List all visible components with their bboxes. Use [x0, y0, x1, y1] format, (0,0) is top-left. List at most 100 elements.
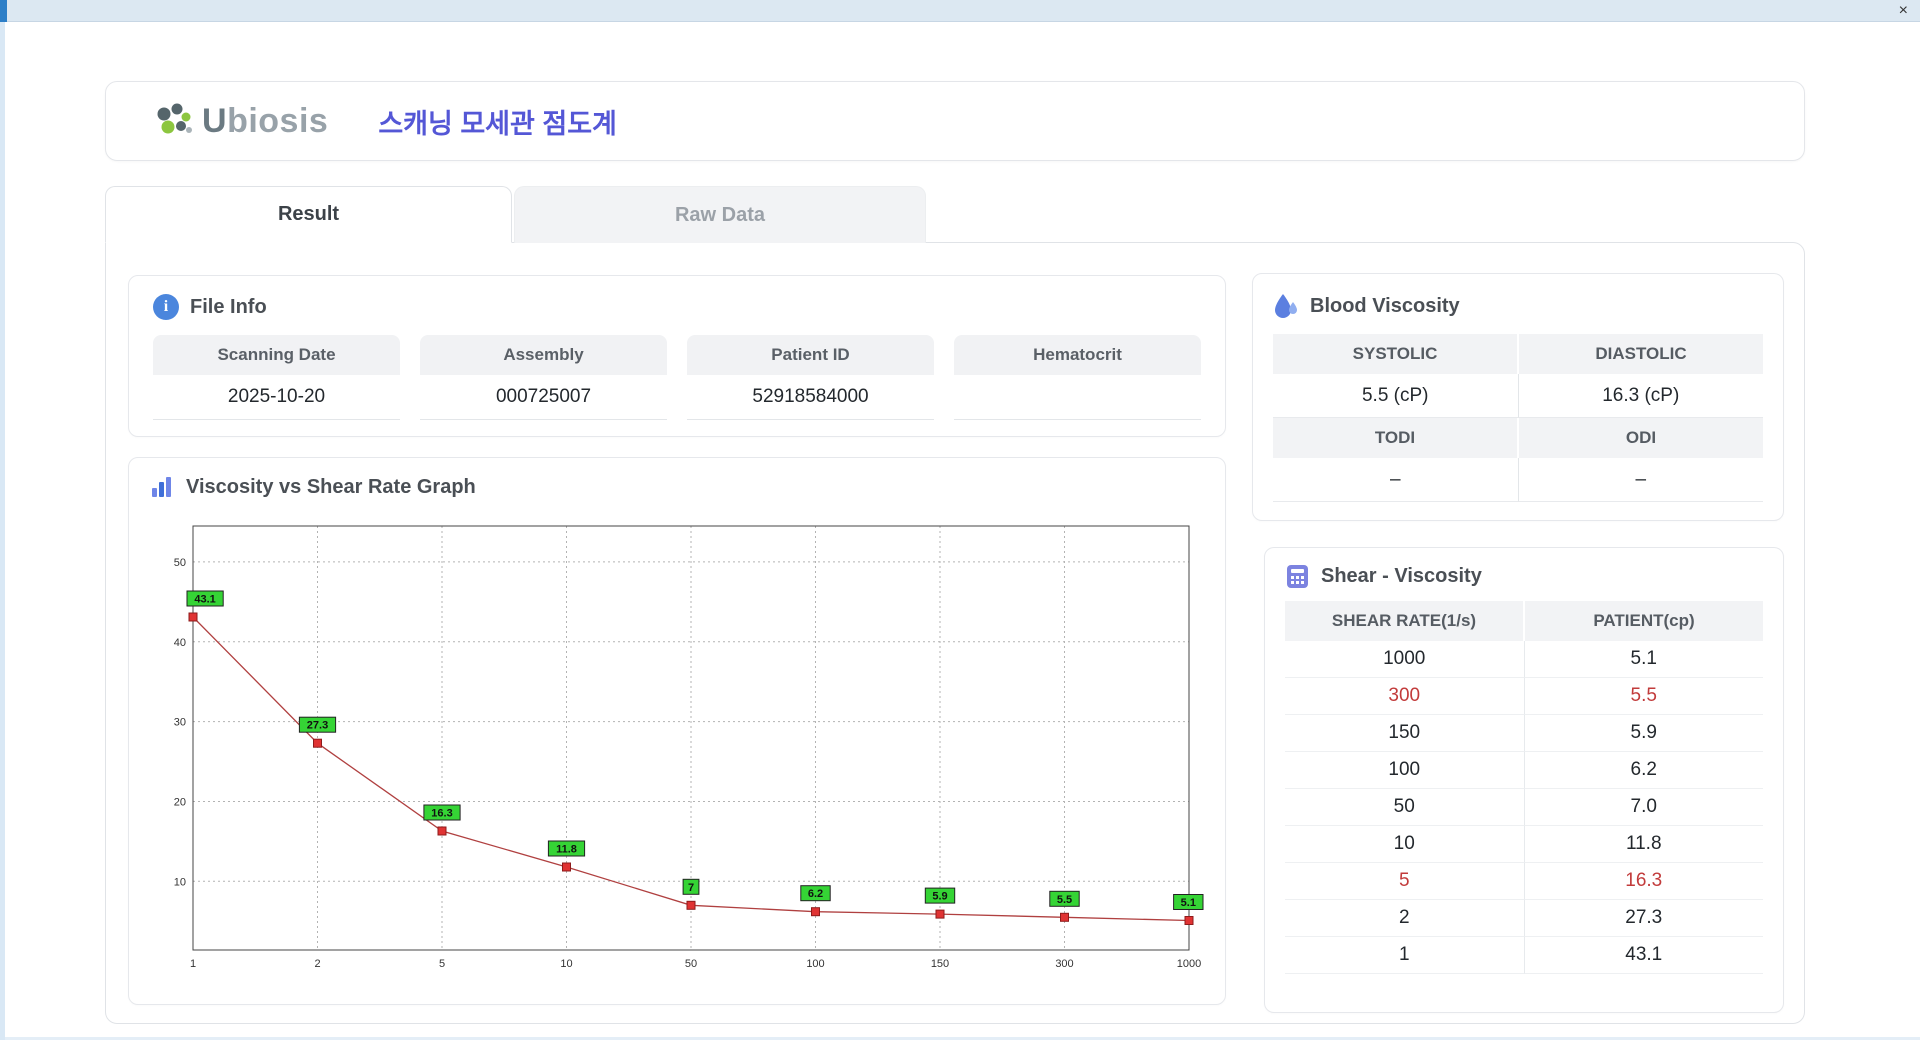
field-label: Patient ID: [687, 335, 934, 375]
odi-value: –: [1518, 458, 1763, 502]
table-row: 1000 5.1: [1285, 641, 1763, 678]
field-assembly: Assembly 000725007: [420, 335, 667, 420]
tab-result[interactable]: Result: [105, 186, 512, 243]
field-patient-id: Patient ID 52918584000: [687, 335, 934, 420]
patient-viscosity-value: 6.2: [1524, 752, 1763, 789]
info-icon: i: [153, 294, 179, 320]
svg-text:50: 50: [685, 958, 697, 970]
viscosity-chart-svg: 10 20 30 40 50 1 2 5 10 50 100 150 300 1000 43.1 27.3 16…: [149, 510, 1205, 980]
table-header-row: SHEAR RATE(1/s) PATIENT(cp): [1285, 601, 1763, 641]
shear-rate-value: 300: [1285, 678, 1525, 715]
shear-viscosity-card: Shear - Viscosity SHEAR RATE(1/s) PATIEN…: [1264, 547, 1784, 1013]
table-row: – –: [1273, 458, 1763, 502]
ubiosis-logo-icon: [157, 103, 192, 134]
table-row: 150 5.9: [1285, 715, 1763, 752]
calculator-icon: [1287, 565, 1308, 588]
svg-text:1: 1: [190, 958, 196, 970]
ubiosis-logo: Ubiosis: [152, 101, 328, 141]
table-row: 10 11.8: [1285, 826, 1763, 863]
svg-text:16.3: 16.3: [431, 808, 452, 820]
viscosity-graph-card: Viscosity vs Shear Rate Graph 10 20 30 40 50…: [128, 457, 1226, 1005]
file-info-title: File Info: [190, 295, 267, 318]
scanning-date-value: 2025-10-20: [153, 375, 400, 420]
shear-rate-value: 5: [1285, 863, 1525, 900]
patient-viscosity-value: 11.8: [1524, 826, 1763, 863]
table-row: 300 5.5: [1285, 678, 1763, 715]
patient-column-header: PATIENT(cp): [1525, 601, 1763, 641]
svg-text:30: 30: [174, 717, 186, 729]
logo-text: Ubiosis: [202, 101, 329, 140]
app-header: Ubiosis 스캐닝 모세관 점도계: [105, 81, 1805, 161]
table-row: 50 7.0: [1285, 789, 1763, 826]
page-title: 스캐닝 모세관 점도계: [378, 108, 617, 139]
shear-viscosity-table: SHEAR RATE(1/s) PATIENT(cp) 1000 5.1 300 5.…: [1285, 601, 1763, 996]
patient-viscosity-value: 43.1: [1524, 937, 1763, 974]
shear-rate-value: 150: [1285, 715, 1525, 752]
field-label: Scanning Date: [153, 335, 400, 375]
svg-text:5.1: 5.1: [1181, 897, 1196, 909]
svg-text:7: 7: [688, 882, 694, 894]
diastolic-value: 16.3 (cP): [1518, 374, 1763, 418]
field-hematocrit: Hematocrit: [954, 335, 1201, 420]
svg-text:50: 50: [174, 557, 186, 569]
svg-text:100: 100: [806, 958, 824, 970]
patient-viscosity-value: 27.3: [1524, 900, 1763, 937]
patient-viscosity-value: 5.1: [1524, 641, 1763, 678]
shear-rate-value: 1000: [1285, 641, 1525, 678]
table-row: SYSTOLIC DIASTOLIC: [1273, 334, 1763, 374]
blood-viscosity-card: Blood Viscosity SYSTOLIC DIASTOLIC 5.5 (…: [1252, 273, 1784, 521]
table-row: 2 27.3: [1285, 900, 1763, 937]
diastolic-header: DIASTOLIC: [1519, 334, 1763, 374]
window-close-button[interactable]: ×: [1899, 0, 1908, 22]
tab-bar: Result Raw Data: [105, 186, 926, 243]
shear-rate-value: 50: [1285, 789, 1525, 826]
svg-text:27.3: 27.3: [307, 720, 328, 732]
svg-text:10: 10: [560, 958, 572, 970]
shear-rate-value: 100: [1285, 752, 1525, 789]
field-scanning-date: Scanning Date 2025-10-20: [153, 335, 400, 420]
odi-header: ODI: [1519, 418, 1763, 458]
table-row: 100 6.2: [1285, 752, 1763, 789]
svg-text:5.5: 5.5: [1057, 894, 1072, 906]
svg-text:1000: 1000: [1177, 958, 1201, 970]
shear-viscosity-title: Shear - Viscosity: [1321, 565, 1482, 587]
patient-id-value: 52918584000: [687, 375, 934, 420]
svg-text:40: 40: [174, 637, 186, 649]
svg-text:2: 2: [314, 958, 320, 970]
shear-table-body: 1000 5.1 300 5.5 150 5.9 100 6.2 50 7.0 10 11.8 5 16.…: [1285, 641, 1763, 974]
table-row: 5 16.3: [1285, 863, 1763, 900]
result-panel: i File Info Scanning Date 2025-10-20 Ass…: [105, 242, 1805, 1024]
svg-text:5.9: 5.9: [932, 891, 947, 903]
window-left-border: [0, 22, 5, 1040]
svg-text:150: 150: [931, 958, 949, 970]
systolic-header: SYSTOLIC: [1273, 334, 1519, 374]
bar-chart-icon: [152, 477, 171, 497]
file-info-fields: Scanning Date 2025-10-20 Assembly 000725…: [153, 335, 1201, 420]
svg-text:43.1: 43.1: [194, 594, 215, 606]
svg-text:300: 300: [1055, 958, 1073, 970]
todi-header: TODI: [1273, 418, 1519, 458]
patient-viscosity-value: 5.9: [1524, 715, 1763, 752]
svg-text:11.8: 11.8: [556, 844, 577, 856]
tab-raw-data[interactable]: Raw Data: [514, 186, 926, 243]
viscosity-chart: 10 20 30 40 50 1 2 5 10 50 100 150 300 1000 43.1 27.3 16…: [149, 510, 1205, 985]
systolic-value: 5.5 (cP): [1273, 374, 1519, 418]
assembly-value: 000725007: [420, 375, 667, 420]
blood-viscosity-table: SYSTOLIC DIASTOLIC 5.5 (cP) 16.3 (cP) TO…: [1273, 334, 1763, 502]
patient-viscosity-value: 5.5: [1524, 678, 1763, 715]
table-row: 5.5 (cP) 16.3 (cP): [1273, 374, 1763, 418]
file-info-card: i File Info Scanning Date 2025-10-20 Ass…: [128, 275, 1226, 437]
blood-viscosity-title: Blood Viscosity: [1310, 294, 1460, 317]
table-row: TODI ODI: [1273, 418, 1763, 458]
window-titlebar: ×: [0, 0, 1920, 22]
shear-rate-value: 10: [1285, 826, 1525, 863]
droplet-icon: [1275, 294, 1297, 318]
svg-text:20: 20: [174, 797, 186, 809]
shear-rate-value: 2: [1285, 900, 1525, 937]
window-accent: [0, 0, 7, 22]
todi-value: –: [1273, 458, 1519, 502]
svg-text:10: 10: [174, 876, 186, 888]
table-row: 1 43.1: [1285, 937, 1763, 974]
hematocrit-value: [954, 375, 1201, 420]
field-label: Assembly: [420, 335, 667, 375]
